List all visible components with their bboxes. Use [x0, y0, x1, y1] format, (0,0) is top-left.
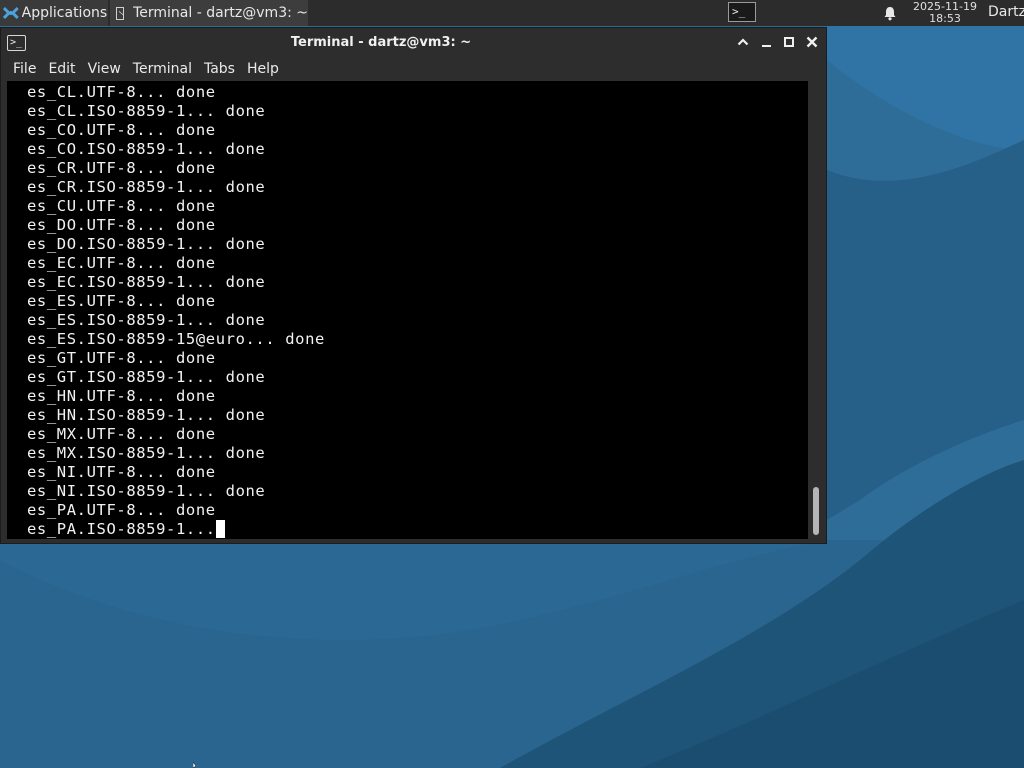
menu-file[interactable]: File [13, 61, 36, 77]
menu-help[interactable]: Help [247, 61, 279, 77]
terminal-line: es_EC.ISO-8859-1... done [27, 273, 266, 291]
terminal-line: es_CL.UTF-8... done [27, 83, 216, 101]
menu-edit[interactable]: Edit [48, 61, 75, 77]
taskbar-item-terminal[interactable]: Terminal - dartz@vm3: ~ [110, 0, 308, 26]
terminal-line: es_DO.ISO-8859-1... done [27, 235, 266, 253]
terminal-line: es_CO.UTF-8... done [27, 121, 216, 139]
terminal-line: es_ES.UTF-8... done [27, 292, 216, 310]
taskbar-item-label: Terminal - dartz@vm3: ~ [133, 5, 308, 21]
terminal-line: es_HN.UTF-8... done [27, 387, 216, 405]
terminal-text: es_CL.UTF-8... done es_CL.ISO-8859-1... d… [27, 83, 325, 539]
xfce-logo-icon [2, 7, 19, 19]
close-button[interactable] [804, 34, 820, 50]
terminal-line: es_CO.ISO-8859-1... done [27, 140, 266, 158]
shade-button[interactable] [735, 34, 751, 50]
terminal-icon [116, 6, 125, 20]
terminal-line: es_MX.UTF-8... done [27, 425, 216, 443]
window-titlebar[interactable]: >_ Terminal - dartz@vm3: ~ [1, 28, 826, 58]
terminal-line-current: es_PA.ISO-8859-1... [27, 520, 325, 539]
clock[interactable]: 2025-11-19 18:53 [908, 0, 982, 27]
terminal-line: es_CL.ISO-8859-1... done [27, 102, 266, 120]
terminal-line: es_NI.UTF-8... done [27, 463, 216, 481]
terminal-line: es_NI.ISO-8859-1... done [27, 482, 266, 500]
terminal-launcher-icon[interactable]: >_ [728, 2, 756, 22]
terminal-line: es_PA.UTF-8... done [27, 501, 216, 519]
terminal-line: es_MX.ISO-8859-1... done [27, 444, 266, 462]
minimize-button[interactable] [758, 34, 774, 50]
terminal-window: >_ Terminal - dartz@vm3: ~ File Edit Vie… [0, 27, 827, 544]
applications-menu-button[interactable]: Applications [0, 0, 108, 26]
menu-bar: File Edit View Terminal Tabs Help [1, 58, 826, 80]
close-icon [806, 36, 818, 48]
terminal-line: es_CU.UTF-8... done [27, 197, 216, 215]
terminal-line: es_ES.ISO-8859-1... done [27, 311, 266, 329]
terminal-line: es_CR.UTF-8... done [27, 159, 216, 177]
terminal-line: es_EC.UTF-8... done [27, 254, 216, 272]
applications-label: Applications [21, 5, 108, 21]
terminal-line: es_ES.ISO-8859-15@euro... done [27, 330, 325, 348]
menu-terminal[interactable]: Terminal [133, 61, 192, 77]
maximize-button[interactable] [781, 34, 797, 50]
terminal-line: es_GT.ISO-8859-1... done [27, 368, 266, 386]
notification-bell-icon[interactable] [882, 5, 898, 21]
window-title: Terminal - dartz@vm3: ~ [290, 35, 472, 50]
clock-time: 18:53 [929, 12, 961, 25]
text-cursor [215, 520, 225, 538]
terminal-line: es_GT.UTF-8... done [27, 349, 216, 367]
terminal-line: es_DO.UTF-8... done [27, 216, 216, 234]
terminal-line: es_HN.ISO-8859-1... done [27, 406, 266, 424]
terminal-output[interactable]: es_CL.UTF-8... done es_CL.ISO-8859-1... d… [7, 81, 808, 539]
chevron-up-icon [737, 38, 749, 46]
terminal-line: es_CR.ISO-8859-1... done [27, 178, 266, 196]
menu-tabs[interactable]: Tabs [204, 61, 235, 77]
terminal-line-text: es_PA.ISO-8859-1... [27, 520, 216, 538]
scrollbar-thumb[interactable] [813, 487, 819, 535]
top-panel: Applications Terminal - dartz@vm3: ~ >_ … [0, 0, 1024, 26]
terminal-scrollbar[interactable] [809, 81, 826, 539]
menu-view[interactable]: View [88, 61, 121, 77]
maximize-icon [784, 37, 794, 47]
user-menu[interactable]: Dartz [988, 4, 1024, 20]
mouse-pointer-icon [193, 762, 197, 768]
minimize-icon [762, 45, 771, 47]
